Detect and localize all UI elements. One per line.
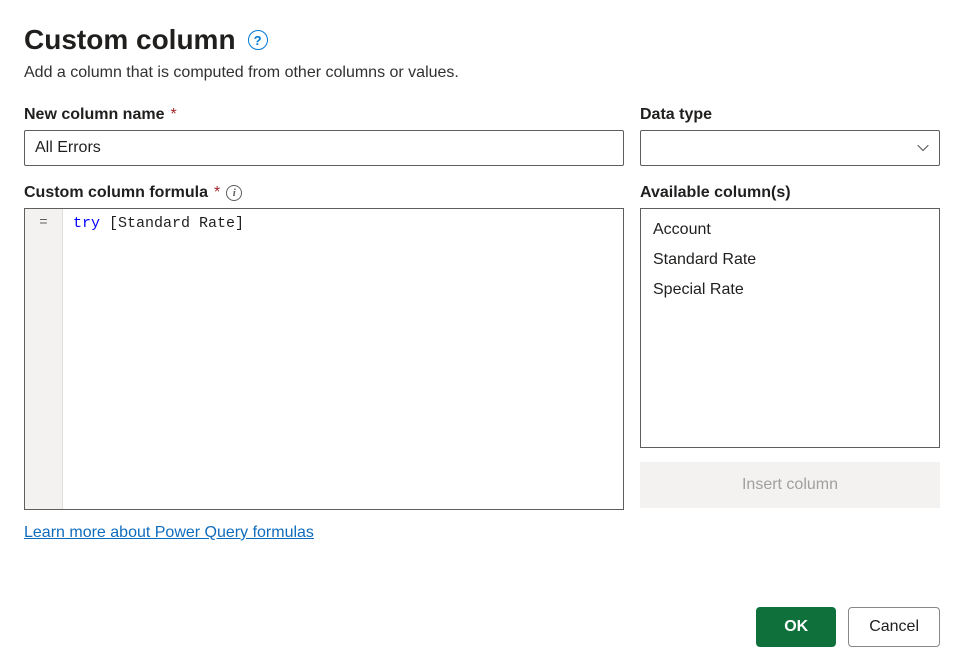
available-columns-section: Available column(s) Account Standard Rat… xyxy=(640,184,940,508)
list-item[interactable]: Account xyxy=(641,215,939,245)
token-rest: [Standard Rate] xyxy=(100,215,244,232)
info-icon[interactable]: i xyxy=(226,185,242,201)
cancel-button[interactable]: Cancel xyxy=(848,607,940,647)
list-item[interactable]: Special Rate xyxy=(641,275,939,305)
data-type-label: Data type xyxy=(640,106,940,124)
required-indicator: * xyxy=(214,184,220,202)
form-area: New column name * Custom column formula … xyxy=(24,106,940,542)
list-item[interactable]: Standard Rate xyxy=(641,245,939,275)
column-name-input[interactable] xyxy=(24,130,624,166)
available-columns-list[interactable]: Account Standard Rate Special Rate xyxy=(640,208,940,448)
help-icon[interactable]: ? xyxy=(248,30,268,50)
ok-button[interactable]: OK xyxy=(756,607,836,647)
dialog-header: Custom column ? xyxy=(24,24,940,56)
data-type-select[interactable] xyxy=(640,130,940,166)
dialog-subtitle: Add a column that is computed from other… xyxy=(24,64,940,82)
learn-more-link[interactable]: Learn more about Power Query formulas xyxy=(24,524,624,542)
column-name-label-text: New column name xyxy=(24,106,164,124)
data-type-select-wrap xyxy=(640,130,940,166)
formula-section: Custom column formula * i = try [Standar… xyxy=(24,184,624,510)
available-columns-label-text: Available column(s) xyxy=(640,184,791,202)
formula-gutter: = xyxy=(25,209,63,509)
required-indicator: * xyxy=(170,106,176,124)
right-column: Data type Available column(s) Account St… xyxy=(640,106,940,542)
formula-code[interactable]: try [Standard Rate] xyxy=(63,209,623,509)
insert-column-button[interactable]: Insert column xyxy=(640,462,940,508)
formula-editor[interactable]: = try [Standard Rate] xyxy=(24,208,624,510)
token-keyword: try xyxy=(73,215,100,232)
dialog-title: Custom column xyxy=(24,24,236,56)
formula-label-text: Custom column formula xyxy=(24,184,208,202)
dialog-footer: OK Cancel xyxy=(756,607,940,647)
formula-label: Custom column formula * i xyxy=(24,184,624,202)
data-type-label-text: Data type xyxy=(640,106,712,124)
left-column: New column name * Custom column formula … xyxy=(24,106,624,542)
available-columns-label: Available column(s) xyxy=(640,184,940,202)
column-name-label: New column name * xyxy=(24,106,624,124)
